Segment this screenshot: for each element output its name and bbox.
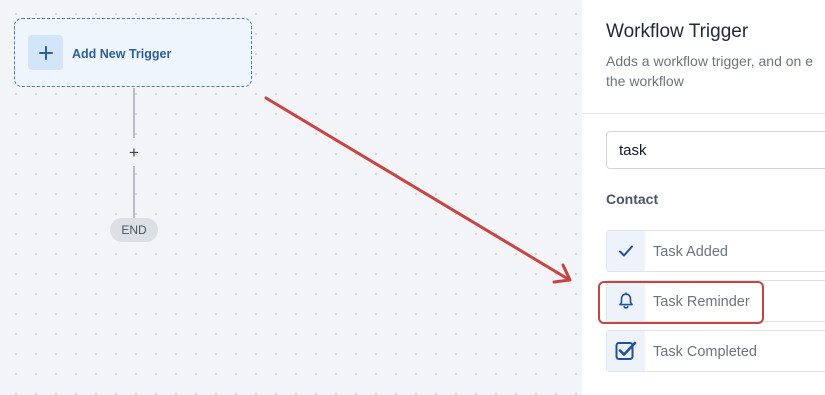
add-step-button[interactable]: +	[124, 141, 144, 163]
panel-description: Adds a workflow trigger, and on e the wo…	[606, 53, 814, 89]
checkbox-checked-icon	[607, 331, 645, 371]
checkmark-icon	[607, 231, 645, 271]
option-task-added[interactable]: Task Added	[606, 230, 825, 272]
option-task-reminder[interactable]: Task Reminder	[606, 280, 825, 322]
workflow-trigger-panel: Workflow Trigger Adds a workflow trigger…	[582, 0, 825, 395]
connector-line-bottom	[133, 166, 135, 218]
option-label: Task Completed	[653, 344, 757, 360]
plus-icon	[28, 35, 63, 70]
option-label: Task Reminder	[653, 294, 750, 310]
add-new-trigger-label: Add New Trigger	[72, 47, 172, 61]
bell-icon	[607, 281, 645, 321]
option-label: Task Added	[653, 244, 728, 260]
connector-line-top	[133, 88, 135, 138]
section-heading-contact: Contact	[606, 191, 659, 207]
option-task-completed[interactable]: Task Completed	[606, 330, 825, 372]
end-node: END	[110, 218, 158, 242]
workflow-canvas[interactable]: Add New Trigger + END	[0, 0, 582, 395]
add-new-trigger-button[interactable]: Add New Trigger	[14, 18, 252, 87]
trigger-search-input[interactable]	[606, 131, 825, 169]
panel-divider	[582, 113, 825, 114]
panel-title: Workflow Trigger	[606, 21, 749, 42]
